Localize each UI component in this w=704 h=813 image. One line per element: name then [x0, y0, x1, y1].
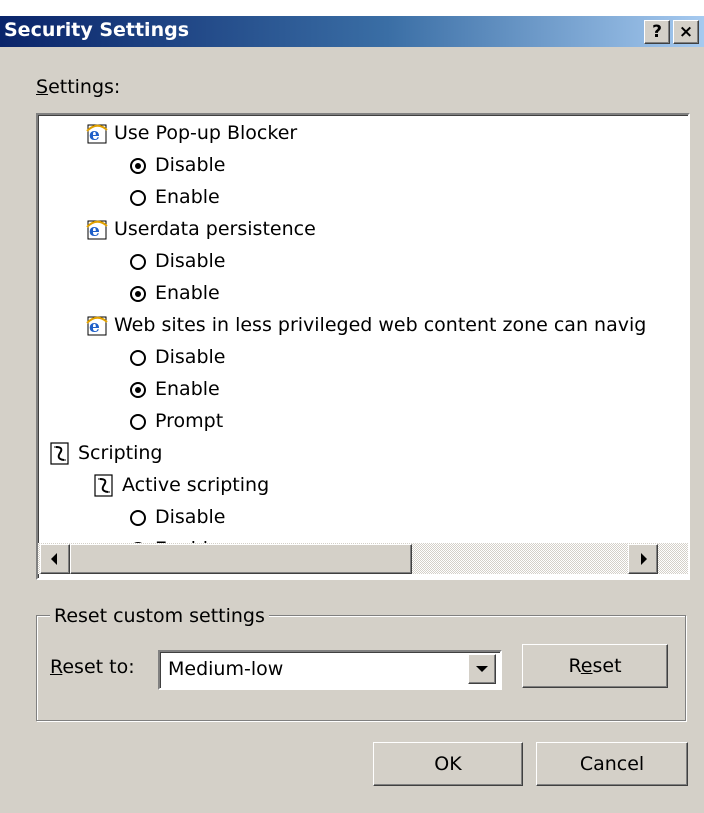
settings-tree-rows: e Use Pop-up Blocker Disable Enable e Userdat… — [38, 115, 686, 543]
arrow-right-icon — [641, 553, 647, 565]
radio-selected-icon[interactable] — [130, 285, 146, 302]
vertical-scrollbar[interactable] — [689, 115, 690, 537]
radio-option[interactable]: Disable — [130, 342, 225, 372]
radio-option[interactable]: Enable — [130, 182, 220, 212]
tree-item-label: Userdata persistence — [114, 218, 316, 240]
radio-option[interactable]: Enable — [130, 278, 220, 308]
horizontal-scrollbar[interactable] — [38, 543, 688, 574]
reset-level-value: Medium-low — [168, 658, 284, 680]
reset-button[interactable]: Reset — [522, 644, 668, 688]
tree-item-label: Use Pop-up Blocker — [114, 122, 298, 144]
script-icon — [92, 473, 116, 498]
dropdown-button[interactable] — [468, 654, 496, 684]
cancel-button[interactable]: Cancel — [536, 742, 688, 786]
tree-item-label: Web sites in less privileged web content… — [114, 314, 647, 336]
ie-setting-icon: e — [86, 315, 108, 337]
radio-option[interactable]: Enable — [130, 374, 220, 404]
close-icon: × — [678, 22, 694, 42]
tree-setting[interactable]: Active scripting — [92, 470, 269, 500]
scrollbar-corner — [689, 543, 690, 574]
radio-option[interactable]: Disable — [130, 502, 225, 532]
ie-setting-icon: e — [86, 123, 108, 145]
radio-unselected-icon[interactable] — [130, 189, 146, 206]
radio-unselected-icon[interactable] — [130, 413, 146, 430]
radio-selected-icon[interactable] — [130, 157, 146, 174]
tree-item-label: Active scripting — [122, 474, 270, 496]
ok-button[interactable]: OK — [373, 742, 523, 786]
radio-unselected-icon[interactable] — [130, 509, 146, 526]
tree-item-label: Prompt — [155, 410, 224, 432]
reset-group-legend: Reset custom settings — [50, 605, 269, 627]
tree-item-label: Disable — [155, 154, 226, 176]
arrow-left-icon — [51, 553, 57, 565]
settings-tree[interactable]: e Use Pop-up Blocker Disable Enable e Userdat… — [36, 113, 690, 580]
tree-item-label: Enable — [155, 378, 220, 400]
reset-level-dropdown[interactable]: Medium-low — [158, 650, 502, 690]
tree-setting[interactable]: e Web sites in less privileged web conten… — [86, 310, 646, 340]
tree-item-label: Disable — [155, 346, 226, 368]
radio-unselected-icon[interactable] — [130, 253, 146, 270]
reset-to-label: Reset to: — [50, 656, 135, 678]
settings-label: Settings: — [36, 76, 121, 98]
tree-item-label: Disable — [155, 250, 226, 272]
help-button[interactable]: ? — [644, 20, 670, 44]
tree-item-label: Enable — [155, 186, 220, 208]
scroll-left-button[interactable] — [40, 544, 70, 574]
radio-selected-icon[interactable] — [130, 381, 146, 398]
tree-item-label: Scripting — [78, 442, 163, 464]
radio-unselected-icon[interactable] — [130, 349, 146, 366]
radio-option[interactable]: Disable — [130, 150, 225, 180]
close-button[interactable]: × — [673, 20, 699, 44]
window-title: Security Settings — [4, 19, 190, 41]
horizontal-scroll-thumb[interactable] — [70, 544, 412, 574]
radio-option[interactable]: Prompt — [130, 406, 223, 436]
tree-category[interactable]: Scripting — [48, 438, 163, 468]
radio-option[interactable]: Enable — [130, 534, 220, 543]
ie-setting-icon: e — [86, 219, 108, 241]
scroll-right-button[interactable] — [628, 544, 658, 574]
script-icon — [48, 441, 72, 466]
help-icon: ? — [652, 22, 662, 42]
tree-item-label: Disable — [155, 506, 226, 528]
radio-option[interactable]: Disable — [130, 246, 225, 276]
chevron-down-icon — [476, 666, 488, 672]
tree-item-label: Enable — [155, 282, 220, 304]
tree-setting[interactable]: e Userdata persistence — [86, 214, 316, 244]
tree-setting[interactable]: e Use Pop-up Blocker — [86, 118, 297, 148]
